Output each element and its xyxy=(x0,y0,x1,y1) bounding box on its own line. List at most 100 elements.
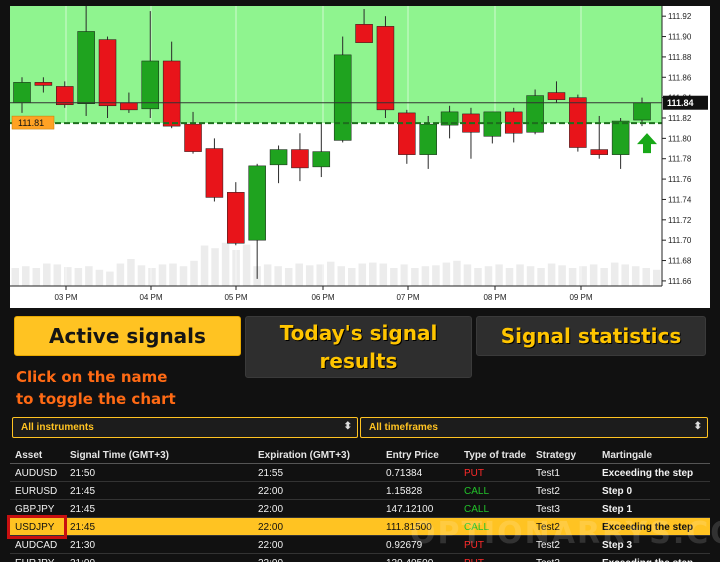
volume-bar xyxy=(32,268,41,286)
strategy-cell: Test3 xyxy=(536,504,560,515)
x-tick-label: 09 PM xyxy=(569,293,592,302)
table-row[interactable]: EURUSD 21:45 22:00 1.15828 CALL Test2 Step 0 xyxy=(10,482,710,500)
tab-todays-signal-results[interactable]: Today's signal results xyxy=(245,316,472,378)
watermark: OPTIONARRYS.COM xyxy=(410,516,720,551)
expiration-cell: 21:55 xyxy=(258,468,284,479)
asset-cell[interactable]: AUDUSD xyxy=(15,468,57,479)
timeframe-select[interactable]: All timeframes ⬍ xyxy=(360,417,708,438)
instrument-select-value: All instruments xyxy=(21,422,94,433)
volume-bar xyxy=(505,268,514,286)
volume-bar xyxy=(95,269,104,286)
candle-body xyxy=(633,102,651,121)
candle-body xyxy=(312,151,331,168)
header-strategy: Strategy xyxy=(536,450,577,461)
volume-bar xyxy=(537,268,545,286)
x-tick-label: 07 PM xyxy=(396,293,419,302)
volume-bar xyxy=(400,264,409,286)
volume-bar xyxy=(379,263,388,286)
trade-type-cell: CALL xyxy=(464,504,490,515)
table-row[interactable]: AUDUSD 21:50 21:55 0.71384 PUT Test1 Exceeding… xyxy=(10,464,710,482)
asset-cell[interactable]: EURUSD xyxy=(15,486,57,497)
candle-body xyxy=(248,165,266,241)
table-header: Asset Signal Time (GMT+3) Expiration (GM… xyxy=(10,446,710,464)
strategy-cell: Test1 xyxy=(536,468,560,479)
select-arrows-icon: ⬍ xyxy=(343,421,352,432)
filter-bar: All instruments ⬍ All timeframes ⬍ xyxy=(12,417,708,439)
candle-body xyxy=(184,123,202,152)
volume-bar xyxy=(200,245,209,286)
volume-bar xyxy=(442,262,451,286)
tab-signal-statistics[interactable]: Signal statistics xyxy=(476,316,706,356)
volume-bar xyxy=(621,264,629,286)
asset-cell[interactable]: GBPJPY xyxy=(15,504,54,515)
candle-body xyxy=(77,31,95,104)
volume-bar xyxy=(137,265,146,286)
volume-bar xyxy=(358,263,367,286)
x-tick-label: 08 PM xyxy=(483,293,506,302)
candle-body xyxy=(269,149,288,166)
volume-bar xyxy=(463,264,472,286)
candle-body xyxy=(141,60,160,110)
volume-bar xyxy=(211,248,219,286)
volume-bar xyxy=(390,268,398,286)
asset-cell[interactable]: AUDCAD xyxy=(15,540,57,551)
volume-bar xyxy=(474,268,482,286)
entry-price-cell: 1.15828 xyxy=(386,486,423,497)
candle-body xyxy=(120,102,138,111)
instrument-select[interactable]: All instruments ⬍ xyxy=(12,417,358,438)
volume-bar xyxy=(579,266,587,286)
toggle-chart-hint: Click on the name to toggle the chart xyxy=(16,368,176,408)
timeframe-select-value: All timeframes xyxy=(369,422,438,433)
candle-body xyxy=(56,86,74,106)
volume-bar xyxy=(11,268,20,286)
y-tick-label: 111.70 xyxy=(668,236,692,245)
volume-bar xyxy=(631,266,640,286)
volume-bar xyxy=(284,268,293,286)
candle-body xyxy=(419,123,437,155)
table-row[interactable]: EURJPY 21:00 22:00 129.40500 PUT Test2 Exceedi… xyxy=(10,554,710,562)
martingale-cell: Exceeding the step xyxy=(602,558,693,562)
y-tick-label: 111.74 xyxy=(668,195,692,204)
volume-bar xyxy=(64,267,72,286)
candle-body xyxy=(98,39,117,107)
candle-body xyxy=(291,149,309,169)
strategy-cell: Test2 xyxy=(536,486,560,497)
y-tick-label: 111.76 xyxy=(668,175,692,184)
candle-body xyxy=(398,112,416,155)
volume-bar xyxy=(169,263,177,286)
expiration-cell: 22:00 xyxy=(258,558,283,562)
y-tick-label: 111.86 xyxy=(668,73,692,82)
price-chart[interactable]: 111.92 111.90 111.88 111.86 111.84 111.82 111.… xyxy=(10,6,710,308)
header-type-of-trade: Type of trade xyxy=(464,450,527,461)
candle-body xyxy=(227,192,245,244)
volume-bar xyxy=(116,263,125,286)
volume-bar xyxy=(652,269,661,286)
tab-active-signals[interactable]: Active signals xyxy=(14,316,241,356)
volume-bar xyxy=(53,264,62,286)
volume-bar xyxy=(600,268,608,286)
header-signal-time: Signal Time (GMT+3) xyxy=(70,450,169,461)
volume-bar xyxy=(568,268,577,286)
volume-bar xyxy=(295,263,303,286)
volume-bar xyxy=(526,266,535,286)
candle-body xyxy=(526,95,544,133)
entry-price-cell: 129.40500 xyxy=(386,558,433,562)
expiration-cell: 22:00 xyxy=(258,504,284,515)
candle-body xyxy=(333,54,352,141)
strategy-cell: Test2 xyxy=(536,558,560,562)
martingale-cell: Step 1 xyxy=(602,504,633,515)
trade-type-cell: CALL xyxy=(464,486,490,497)
y-tick-label: 111.90 xyxy=(668,33,692,42)
candle-body xyxy=(611,120,630,155)
volume-bar xyxy=(85,266,93,286)
volume-bar xyxy=(610,262,619,286)
candle-body xyxy=(13,82,31,103)
x-tick-label: 03 PM xyxy=(54,293,77,302)
select-arrows-icon: ⬍ xyxy=(693,421,702,432)
martingale-cell: Exceeding the step xyxy=(602,468,694,479)
trade-type-cell: PUT xyxy=(464,468,484,479)
asset-cell[interactable]: EURJPY xyxy=(15,558,54,562)
entry-price-cell: 147.12100 xyxy=(386,504,434,515)
volume-bar xyxy=(411,268,419,286)
volume-bar xyxy=(242,244,251,286)
